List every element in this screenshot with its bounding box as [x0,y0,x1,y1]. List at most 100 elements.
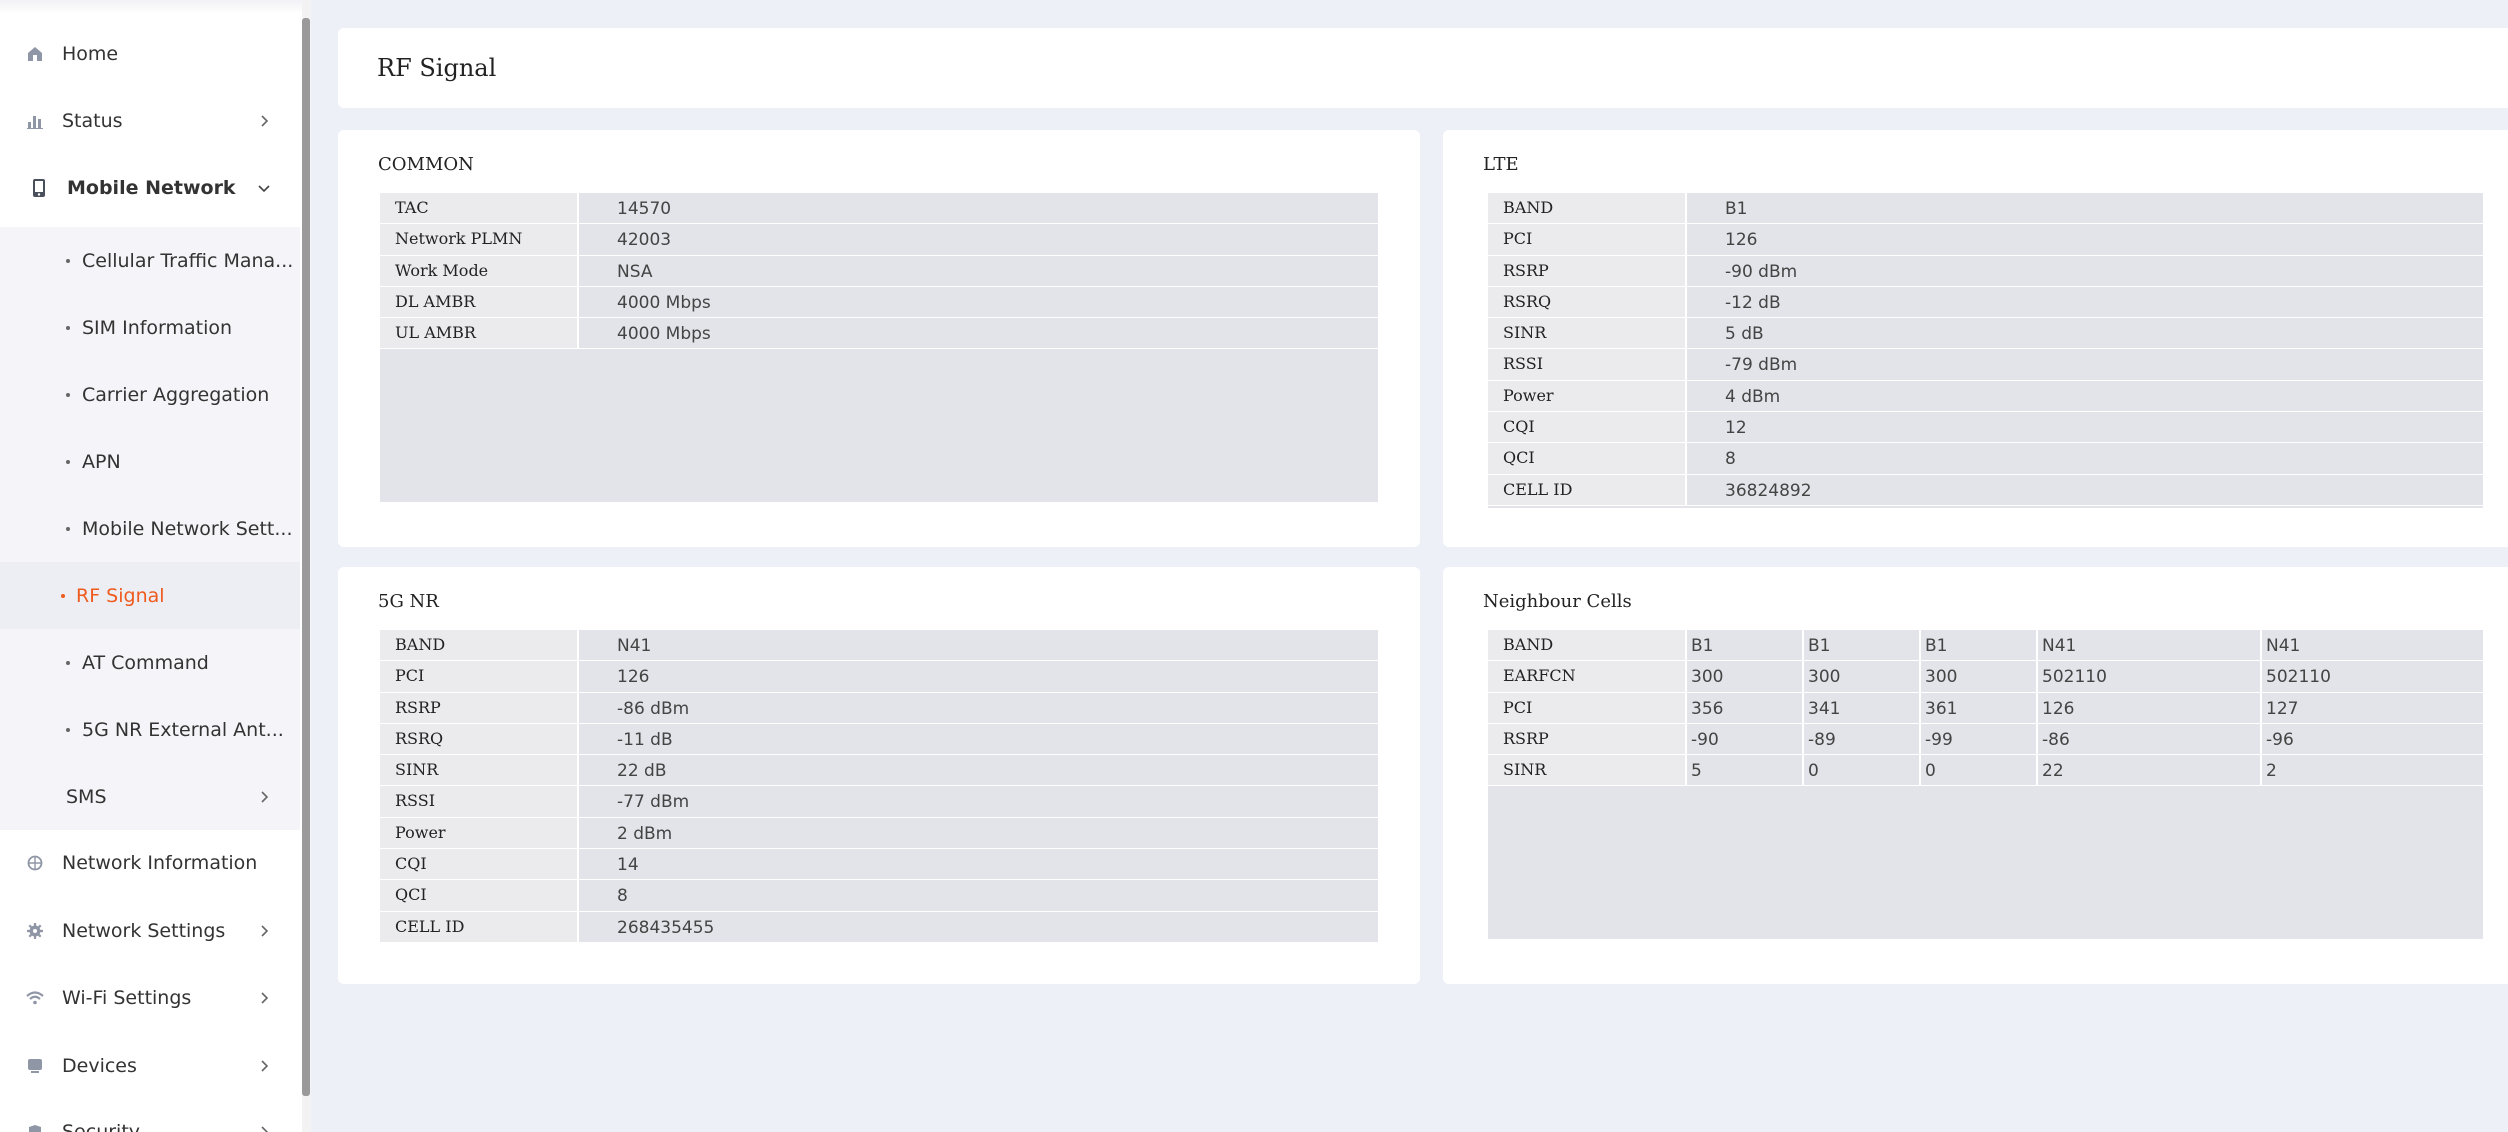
table-row: PCI 356 341 361 126 127 [1488,692,2483,724]
sidebar-item-label: Mobile Network [67,177,236,199]
card-title: Neighbour Cells [1483,591,1632,612]
sidebar-item-label: AT Command [82,651,209,674]
table-row: Power 2 dBm [380,817,1378,850]
row-label: CQI [380,849,579,880]
table-row: RSSI -79 dBm [1488,349,2483,381]
table-row: SINR 5 dB [1488,318,2483,350]
sidebar-item-label: Carrier Aggregation [82,383,270,406]
row-label: PCI [1488,692,1687,723]
cell-value: -99 [1921,723,2038,755]
table-row: RSRP -90 dBm [1488,255,2483,287]
globe-icon [26,854,44,872]
card-title: COMMON [378,154,474,175]
sidebar-item-sms[interactable]: SMS [0,763,300,830]
sidebar-item-security[interactable]: Security [0,1104,300,1132]
row-value: 8 [617,886,628,907]
cell-value: 300 [1804,661,1921,692]
nr-card: 5G NR BAND N41 PCI 126 RSRP -86 dBm RSRQ -11… [338,567,1420,984]
sidebar-item-wifi-settings[interactable]: Wi-Fi Settings [0,970,300,1026]
sidebar-scrollbar-thumb[interactable] [302,18,310,1096]
row-label: SINR [1488,755,1687,786]
table-row: UL AMBR 4000 Mbps [380,318,1378,350]
wifi-icon [26,989,44,1007]
phone-icon [30,179,48,197]
row-label: QCI [1488,443,1687,474]
sidebar-item-label: RF Signal [76,584,165,607]
sidebar-item-at-command[interactable]: AT Command [0,629,300,696]
table-row: TAC 14570 [380,193,1378,225]
row-value: -11 dB [617,729,673,750]
table-row: RSRP -90 -89 -99 -86 -96 [1488,723,2483,756]
card-title: LTE [1483,154,1519,175]
sidebar-item-label: SMS [66,785,107,808]
row-label: RSRQ [1488,286,1687,318]
neighbour-cells-card: Neighbour Cells BAND B1 B1 B1 N41 N41 EA… [1443,567,2508,984]
table-row: QCI 8 [1488,443,2483,475]
sidebar-item-label: 5G NR External Ant... [82,718,284,741]
sidebar-item-apn[interactable]: APN [0,428,300,495]
row-label: Network PLMN [380,224,579,255]
sidebar-top-edge [0,0,302,14]
row-value: 268435455 [617,917,715,938]
row-value: -90 dBm [1725,261,1798,282]
sidebar-item-rf-signal[interactable]: RF Signal [0,562,300,629]
sidebar-item-label: Cellular Traffic Mana... [82,249,294,272]
table-row: Work Mode NSA [380,255,1378,287]
row-value: 22 dB [617,761,667,782]
common-table: TAC 14570 Network PLMN 42003 Work Mode NSA … [380,193,1378,502]
table-row: Power 4 dBm [1488,380,2483,413]
cell-value: 22 [2038,755,2262,786]
row-value: -77 dBm [617,792,690,813]
row-value: 42003 [617,230,672,251]
row-label: BAND [1488,193,1687,224]
row-label: BAND [1488,630,1687,661]
lte-table: BAND B1 PCI 126 RSRP -90 dBm RSRQ -12 dB SIN… [1488,193,2483,508]
table-row: CELL ID 36824892 [1488,474,2483,506]
row-value: 12 [1725,418,1747,439]
row-value: -12 dB [1725,292,1781,313]
sidebar-item-home[interactable]: Home [0,26,300,82]
bullet-dot [66,727,70,732]
row-label: RSRP [1488,255,1687,286]
table-row: CELL ID 268435455 [380,911,1378,943]
chevron-right-icon [261,790,269,803]
row-value: 126 [617,667,650,688]
row-label: RSSI [1488,349,1687,380]
sidebar-item-status[interactable]: Status [0,93,300,149]
sidebar-item-carrier-aggregation[interactable]: Carrier Aggregation [0,361,300,428]
chevron-right-icon [261,115,269,127]
cell-value: N41 [2038,630,2262,661]
cell-value: 361 [1921,692,2038,723]
sidebar-item-label: APN [82,450,121,473]
sidebar-item-mobile-network-settings[interactable]: Mobile Network Sett... [0,495,300,562]
cell-value: B1 [1687,630,1804,661]
table-row: RSRQ -11 dB [380,723,1378,756]
cell-value: N41 [2266,636,2301,656]
sidebar-item-devices[interactable]: Devices [0,1038,300,1094]
sidebar-item-sim-information[interactable]: SIM Information [0,294,300,361]
row-value: -79 dBm [1725,355,1798,376]
sidebar-item-label: Status [62,110,123,132]
row-value: 2 dBm [617,823,673,844]
row-label: RSSI [380,786,579,817]
row-value: 4000 Mbps [617,324,711,345]
table-row: Network PLMN 42003 [380,224,1378,256]
sidebar-item-cellular-traffic[interactable]: Cellular Traffic Mana... [0,227,300,294]
monitor-icon [26,1057,44,1075]
bar-chart-icon [26,112,44,130]
nr-table: BAND N41 PCI 126 RSRP -86 dBm RSRQ -11 dB SI… [380,630,1378,943]
row-label: RSRP [380,692,579,723]
sidebar-item-network-information[interactable]: Network Information [0,835,300,891]
sidebar-item-5g-nr-external-antenna[interactable]: 5G NR External Ant... [0,696,300,763]
row-label: TAC [380,193,579,224]
card-title: 5G NR [378,591,439,612]
cell-value: 2 [2266,761,2277,782]
sidebar-item-mobile-network[interactable]: Mobile Network [0,160,300,216]
row-label: QCI [380,880,579,911]
sidebar-item-network-settings[interactable]: Network Settings [0,903,300,959]
lte-card: LTE BAND B1 PCI 126 RSRP -90 dBm RSRQ -12 dB… [1443,130,2508,547]
row-value: 5 dB [1725,324,1764,345]
row-label: CELL ID [380,911,579,942]
bullet-dot [66,392,70,397]
cell-value: -89 [1804,723,1921,755]
